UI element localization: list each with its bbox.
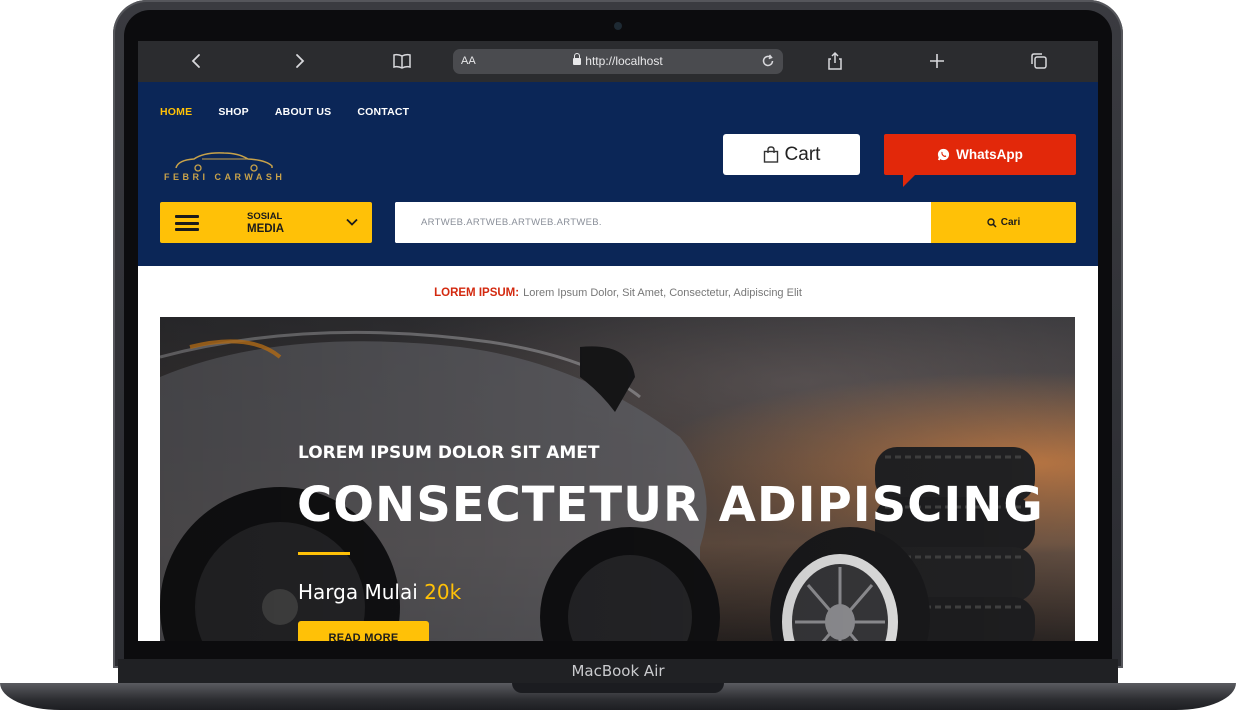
hero-price-value: 20k bbox=[424, 580, 462, 604]
reload-icon[interactable] bbox=[759, 52, 777, 70]
laptop-base-notch bbox=[512, 683, 724, 693]
cart-label: Cart bbox=[784, 143, 821, 165]
hero-subtitle: LOREM IPSUM DOLOR SIT AMET bbox=[298, 443, 600, 463]
social-media-label-line1: SOSIAL bbox=[247, 211, 283, 222]
whatsapp-icon bbox=[938, 148, 950, 161]
main-nav: HOME SHOP ABOUT US CONTACT bbox=[160, 102, 435, 120]
address-bar[interactable]: AA http://localhost bbox=[453, 49, 783, 74]
search-button-label: Cari bbox=[1000, 217, 1021, 228]
site-header: HOME SHOP ABOUT US CONTACT FEBRI CARWASH Ca… bbox=[138, 82, 1098, 266]
nav-about-us[interactable]: ABOUT US bbox=[275, 106, 331, 118]
lock-icon bbox=[573, 53, 582, 65]
hero-divider bbox=[298, 552, 350, 555]
camera-icon bbox=[614, 22, 622, 30]
tabs-icon[interactable] bbox=[1028, 50, 1050, 72]
url-text: http://localhost bbox=[585, 54, 663, 68]
whatsapp-label: WhatsApp bbox=[956, 147, 1023, 162]
plus-icon[interactable] bbox=[926, 50, 948, 72]
hero-price-prefix: Harga Mulai bbox=[298, 580, 418, 604]
shopping-bag-icon bbox=[763, 146, 778, 163]
book-icon[interactable] bbox=[391, 50, 413, 72]
hero-price: Harga Mulai 20k bbox=[298, 580, 461, 604]
news-ticker: LOREM IPSUM: Lorem Ipsum Dolor, Sit Amet,… bbox=[138, 287, 1098, 299]
ticker-label: LOREM IPSUM: bbox=[434, 287, 520, 299]
hamburger-icon bbox=[175, 215, 199, 231]
whatsapp-bubble-tail bbox=[903, 175, 915, 187]
whatsapp-button[interactable]: WhatsApp bbox=[884, 134, 1076, 175]
social-media-label: SOSIAL MEDIA bbox=[247, 211, 284, 235]
url-text-wrap: http://localhost bbox=[453, 53, 783, 68]
ticker-text: Lorem Ipsum Dolor, Sit Amet, Consectetur… bbox=[523, 287, 802, 299]
browser-screen: AA http://localhost HOME SHOP ABOUT US CONT… bbox=[138, 41, 1098, 641]
car-logo-icon bbox=[175, 152, 273, 172]
share-icon[interactable] bbox=[824, 50, 846, 72]
chevron-right-icon[interactable] bbox=[288, 50, 310, 72]
read-more-button[interactable]: READ MORE bbox=[298, 621, 429, 641]
nav-shop[interactable]: SHOP bbox=[218, 106, 249, 118]
hero-title: CONSECTETUR ADIPISCING bbox=[297, 477, 1044, 533]
browser-toolbar: AA http://localhost bbox=[138, 41, 1098, 83]
search-button[interactable]: Cari bbox=[931, 202, 1076, 243]
chevron-left-icon[interactable] bbox=[186, 50, 208, 72]
nav-home[interactable]: HOME bbox=[160, 106, 192, 118]
nav-contact[interactable]: CONTACT bbox=[357, 106, 409, 118]
cart-button[interactable]: Cart bbox=[723, 134, 860, 175]
social-media-dropdown[interactable]: SOSIAL MEDIA bbox=[160, 202, 372, 243]
chevron-down-icon bbox=[346, 218, 358, 226]
site-logo[interactable]: FEBRI CARWASH bbox=[164, 150, 304, 184]
social-media-label-line2: MEDIA bbox=[247, 223, 285, 235]
logo-text: FEBRI CARWASH bbox=[164, 172, 286, 182]
hero-banner: LOREM IPSUM DOLOR SIT AMET CONSECTETUR A… bbox=[160, 317, 1075, 641]
search-bar: Cari bbox=[395, 202, 1076, 243]
device-label: MacBook Air bbox=[118, 659, 1118, 683]
search-icon bbox=[987, 217, 997, 228]
search-input[interactable] bbox=[395, 202, 931, 243]
